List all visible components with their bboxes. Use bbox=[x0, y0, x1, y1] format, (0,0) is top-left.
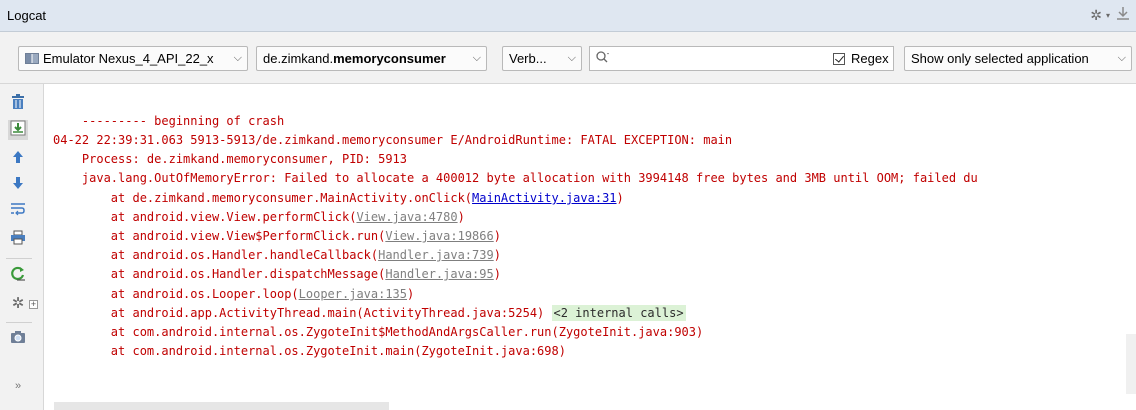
down-arrow-icon[interactable] bbox=[8, 176, 28, 196]
device-icon bbox=[25, 53, 39, 64]
stack-frame-text: at android.os.Looper.loop( bbox=[53, 287, 299, 301]
more-icon[interactable]: » bbox=[8, 376, 28, 396]
vertical-scrollbar[interactable] bbox=[1126, 334, 1136, 394]
source-link[interactable]: View.java:19866 bbox=[385, 229, 493, 243]
logcat-side-toolbar: ✲ + » bbox=[0, 84, 44, 410]
internal-calls-fold[interactable]: <2 internal calls> bbox=[551, 305, 686, 321]
stack-frame-text: at android.view.View$PerformClick.run( bbox=[53, 229, 386, 243]
filter-label: Show only selected application bbox=[911, 51, 1089, 66]
gear-icon[interactable]: ✲ bbox=[1090, 7, 1102, 24]
source-link[interactable]: Handler.java:739 bbox=[378, 248, 494, 262]
stack-frame-line: at android.app.ActivityThread.main(Activ… bbox=[53, 305, 686, 322]
stack-frame-suffix: ) bbox=[457, 210, 465, 224]
chevron-down-icon: ⌵ bbox=[470, 47, 481, 70]
stack-frame-line: at com.android.internal.os.ZygoteInit.ma… bbox=[53, 344, 566, 358]
process-label-bold: memoryconsumer bbox=[333, 51, 446, 66]
chevron-down-icon: ⌵ bbox=[567, 52, 576, 64]
expand-icon[interactable]: + bbox=[29, 300, 38, 309]
source-link[interactable]: View.java:4780 bbox=[356, 210, 457, 224]
stack-frame-suffix: ) bbox=[493, 229, 501, 243]
stack-frame-suffix: ) bbox=[616, 191, 624, 205]
checkbox-checked-icon[interactable] bbox=[833, 53, 845, 65]
stack-frame-line: at com.android.internal.os.ZygoteInit$Me… bbox=[53, 325, 704, 339]
search-icon[interactable] bbox=[595, 50, 611, 67]
log-line: Process: de.zimkand.memoryconsumer, PID:… bbox=[53, 152, 408, 166]
logcat-titlebar: Logcat ✲ ▾ bbox=[0, 0, 1136, 32]
process-dropdown[interactable]: de.zimkand.memoryconsumer ⌵ bbox=[256, 46, 487, 71]
stack-frame-line: at de.zimkand.memoryconsumer.MainActivit… bbox=[53, 190, 624, 207]
stack-frame-text: at android.view.View.performClick( bbox=[53, 210, 357, 224]
toolbar-separator bbox=[6, 322, 32, 323]
stack-frame-text: at android.os.Handler.dispatchMessage( bbox=[53, 267, 386, 281]
hide-icon[interactable] bbox=[1116, 6, 1130, 22]
stack-frame-text: at android.app.ActivityThread.main(Activ… bbox=[53, 306, 552, 320]
horizontal-scrollbar[interactable] bbox=[54, 402, 389, 410]
log-line: 04-22 22:39:31.063 5913-5913/de.zimkand.… bbox=[53, 133, 733, 147]
regex-checkbox[interactable]: Regex bbox=[833, 51, 889, 66]
stack-frame-suffix: ) bbox=[407, 287, 415, 301]
panel-title: Logcat bbox=[7, 8, 47, 23]
up-arrow-icon[interactable] bbox=[8, 150, 28, 170]
filter-dropdown[interactable]: Show only selected application ⌵ bbox=[904, 46, 1132, 71]
source-link[interactable]: MainActivity.java:31 bbox=[472, 191, 617, 205]
regex-label: Regex bbox=[851, 51, 889, 66]
logcat-toolbar: Emulator Nexus_4_API_22_x ⌵ de.zimkand.m… bbox=[0, 32, 1136, 84]
log-output[interactable]: --------- beginning of crash 04-22 22:39… bbox=[44, 84, 1136, 410]
restart-icon[interactable] bbox=[8, 266, 28, 286]
chevron-down-icon[interactable]: ▾ bbox=[1106, 11, 1110, 20]
log-line: --------- beginning of crash bbox=[53, 114, 285, 128]
scroll-to-end-icon[interactable] bbox=[8, 120, 28, 140]
device-label: Emulator Nexus_4_API_22_x bbox=[43, 51, 214, 66]
log-level-label: Verb... bbox=[509, 51, 547, 66]
stack-frame-suffix: ) bbox=[493, 267, 501, 281]
log-line: java.lang.OutOfMemoryError: Failed to al… bbox=[53, 171, 978, 185]
stack-frame-line: at android.os.Looper.loop(Looper.java:13… bbox=[53, 286, 414, 303]
stack-frame-line: at android.os.Handler.dispatchMessage(Ha… bbox=[53, 266, 501, 283]
stack-frame-text: at de.zimkand.memoryconsumer.MainActivit… bbox=[53, 191, 473, 205]
stack-frame-text: at android.os.Handler.handleCallback( bbox=[53, 248, 379, 262]
process-label-prefix: de.zimkand. bbox=[263, 51, 334, 66]
source-link[interactable]: Looper.java:135 bbox=[299, 287, 407, 301]
chevron-down-icon: ⌵ bbox=[1115, 47, 1126, 70]
stack-frame-line: at android.view.View$PerformClick.run(Vi… bbox=[53, 228, 501, 245]
stack-frame-line: at android.view.View.performClick(View.j… bbox=[53, 209, 465, 226]
toolbar-separator bbox=[6, 258, 32, 259]
stack-frame-suffix: ) bbox=[493, 248, 501, 262]
print-icon[interactable] bbox=[8, 230, 28, 250]
screenshot-icon[interactable] bbox=[8, 330, 28, 350]
chevron-down-icon: ⌵ bbox=[233, 52, 242, 64]
log-level-dropdown[interactable]: Verb... ⌵ bbox=[502, 46, 582, 71]
soft-wrap-icon[interactable] bbox=[8, 202, 28, 222]
trash-icon[interactable] bbox=[8, 94, 28, 114]
source-link[interactable]: Handler.java:95 bbox=[385, 267, 493, 281]
settings-icon[interactable]: ✲ bbox=[8, 294, 28, 314]
stack-frame-line: at android.os.Handler.handleCallback(Han… bbox=[53, 247, 501, 264]
device-dropdown[interactable]: Emulator Nexus_4_API_22_x ⌵ bbox=[18, 46, 248, 71]
